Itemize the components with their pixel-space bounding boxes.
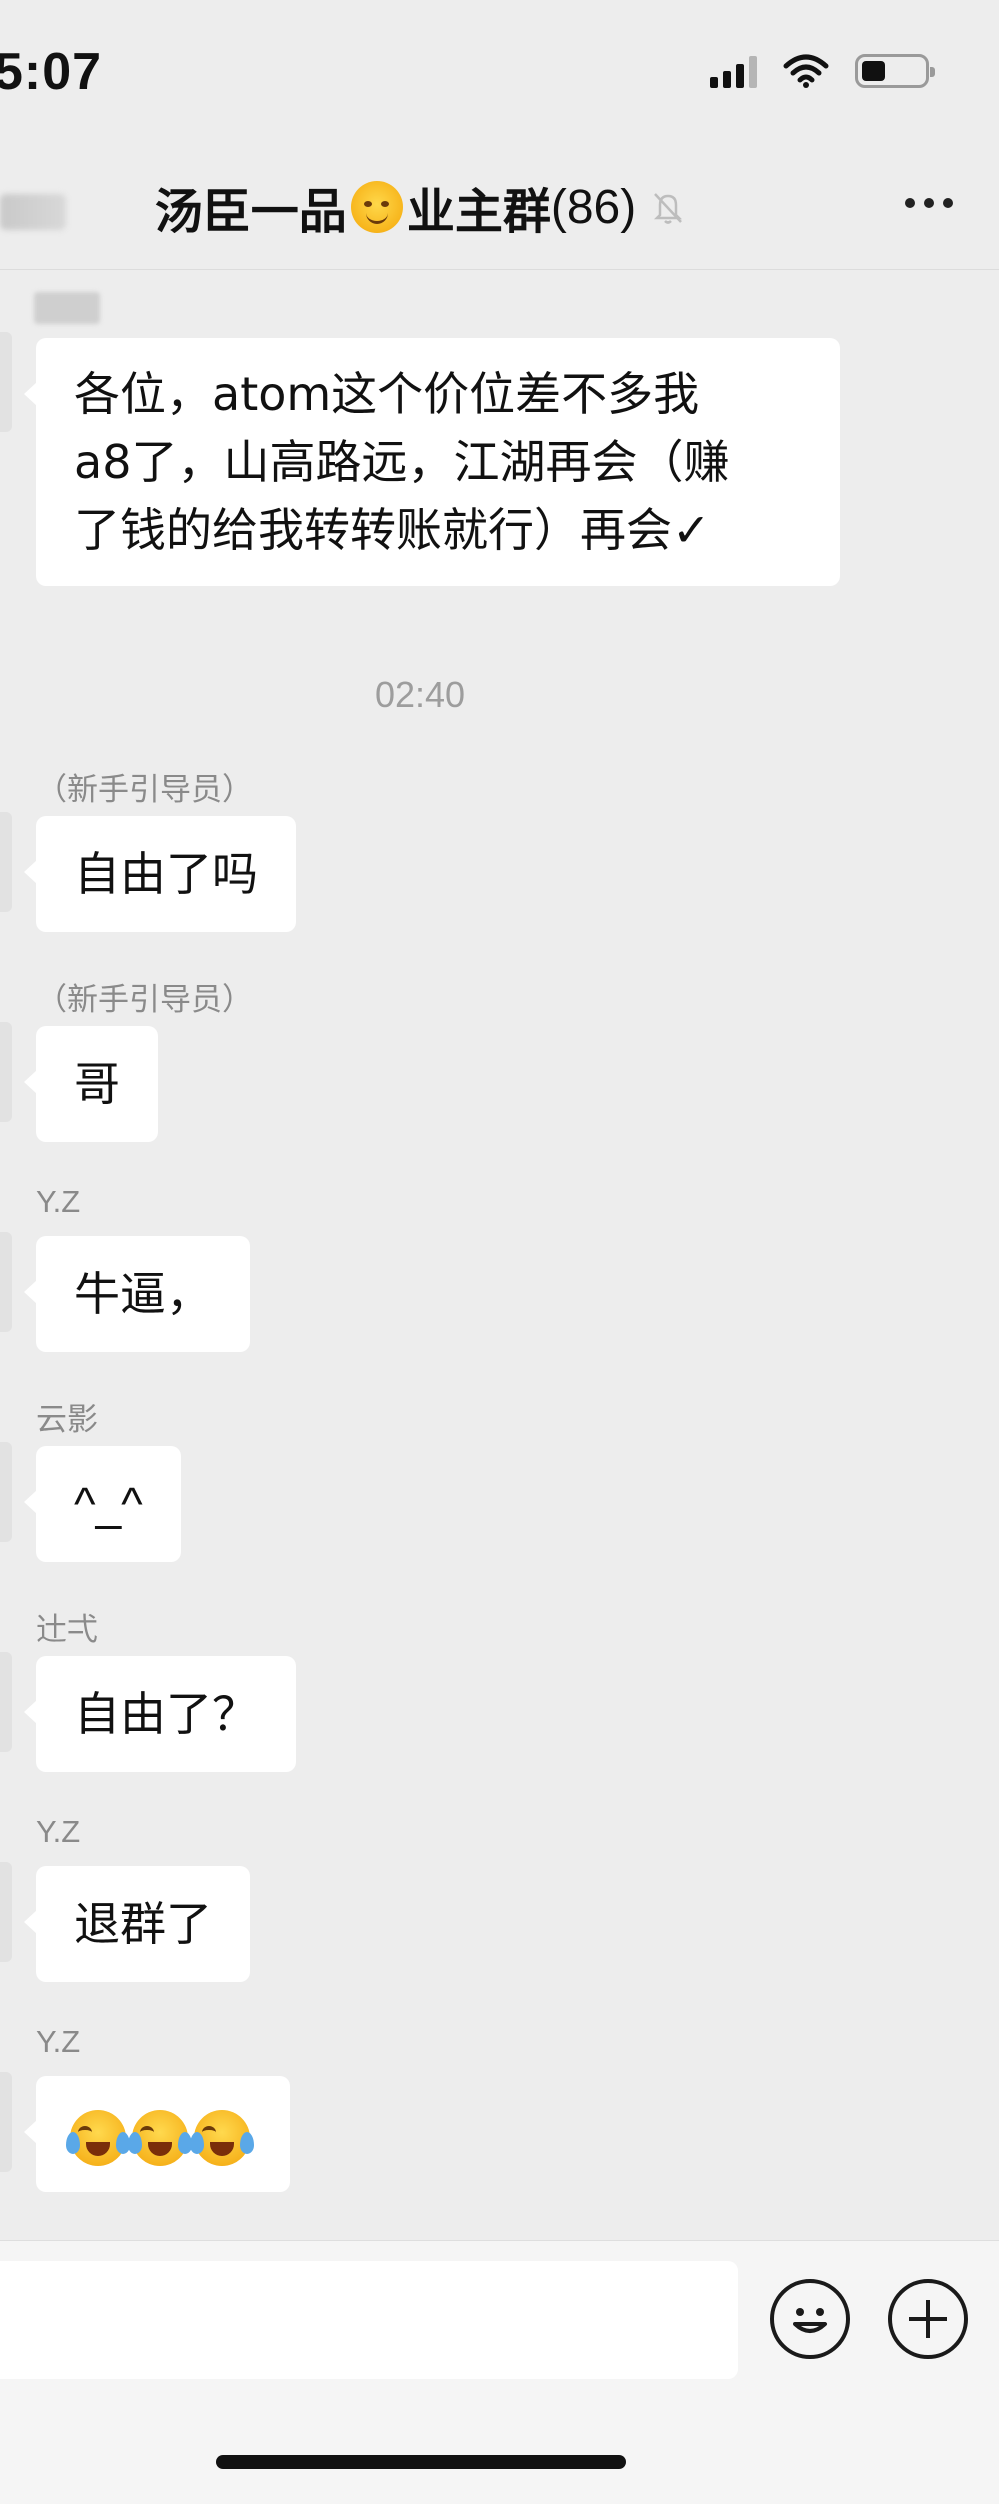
wifi-icon [783,54,829,88]
avatar[interactable] [0,1862,12,1962]
sender-name: Y.Z [36,1814,81,1849]
avatar[interactable] [0,2072,12,2172]
message-text-line: a8了，山高路远，江湖再会（赚 [74,435,730,489]
message-text-line: 了钱的给我转转账就行）再会✓ [74,503,711,557]
nav-bar: 汤臣一品 业主群 (86) [0,150,999,270]
input-bar [0,2240,999,2504]
avatar[interactable] [0,1022,12,1122]
battery-level [862,61,885,81]
plus-circle-icon[interactable] [888,2279,968,2359]
cry-laugh-emoji-icon [128,2109,192,2166]
message-bubble[interactable]: 退群了 [24,1866,250,1982]
sender-name-blurred [34,292,100,324]
avatar[interactable] [0,1442,12,1542]
status-icons [710,54,935,88]
chat-title-suffix: 业主群 [406,184,551,240]
message-input[interactable] [0,2261,738,2379]
message-timestamp: 02:40 [374,674,466,715]
avatar[interactable] [0,1652,12,1752]
more-dots-icon[interactable] [905,198,953,208]
avatar[interactable] [0,332,12,432]
chat-area[interactable]: 各位，atom这个价位差不多我 a8了，山高路远，江湖再会（赚 了钱的给我转转账… [0,272,999,2240]
sender-name: Y.Z [36,2024,81,2059]
smiley-icon[interactable] [770,2279,850,2359]
signal-bars-icon [710,54,757,88]
sender-name: （新手引导员） [36,982,253,1018]
battery-icon [855,54,935,88]
message-bubble[interactable]: 自由了？ [24,1656,296,1772]
bell-muted-icon [654,193,683,224]
cry-laugh-emoji-icon [66,2109,130,2166]
avatar[interactable] [0,812,12,912]
chat-title-prefix: 汤臣一品 [154,184,347,240]
sender-name: 辻弌 [36,1612,98,1648]
avatar[interactable] [0,1232,12,1332]
sender-name: 云影 [36,1402,98,1438]
chat-title: 汤臣一品 业主群 (86) [0,172,999,242]
status-bar: 5:07 [0,0,999,150]
sender-name: （新手引导员） [36,772,253,808]
message-bubble[interactable]: ^_^ [24,1446,181,1562]
home-indicator[interactable] [216,2455,626,2469]
member-count: (86) [550,180,637,234]
sun-emoji-icon [350,181,403,233]
message-bubble[interactable]: 各位，atom这个价位差不多我 a8了，山高路远，江湖再会（赚 了钱的给我转转账… [24,338,840,586]
sender-name: Y.Z [36,1184,81,1219]
status-time: 5:07 [0,43,103,101]
message-bubble[interactable]: 自由了吗 [24,816,296,932]
message-text-line: 各位，atom这个价位差不多我 [74,367,700,421]
message-bubble[interactable]: 牛逼， [24,1236,250,1352]
message-bubble[interactable] [24,2076,290,2192]
smiley-face-glyph [793,2308,827,2333]
message-bubble[interactable]: 哥 [24,1026,158,1142]
cry-laugh-emoji-icon [190,2109,254,2166]
plus-glyph [909,2300,947,2338]
